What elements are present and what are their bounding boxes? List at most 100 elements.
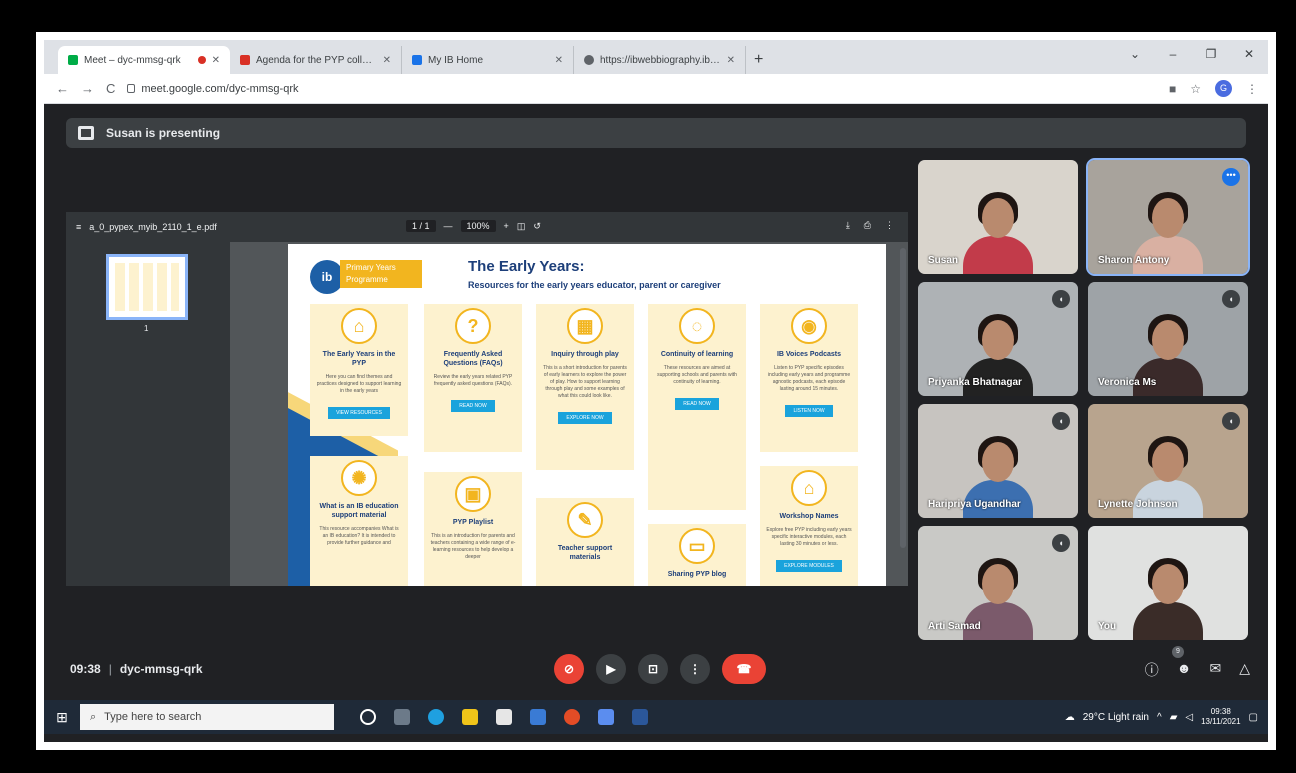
pdf-scrollbar[interactable] [900,248,906,548]
tab-close-icon[interactable]: ✕ [555,55,563,66]
store-icon[interactable] [496,709,512,725]
card-title: Frequently Asked Questions (FAQs) [443,351,503,367]
cortana-icon[interactable] [360,709,376,725]
card-title: The Early Years in the PYP [322,351,396,367]
chat-icon[interactable]: ✉ [1209,660,1221,680]
fit-page-icon[interactable]: ◫ [517,221,526,232]
tab-search-icon[interactable]: ⌄ [1116,40,1154,68]
participant-tile[interactable]: ◖ Veronica Ms [1088,282,1248,396]
participant-tile[interactable]: You [1088,526,1248,640]
card-button[interactable]: EXPLORE NOW [558,412,612,424]
taskbar-clock[interactable]: 09:38 13/11/2021 [1201,707,1240,727]
card-button[interactable]: READ NOW [675,398,719,410]
chrome-icon[interactable] [564,709,580,725]
forward-icon[interactable]: → [81,81,94,96]
close-window-icon[interactable]: ✕ [1230,40,1268,68]
meet-control-bar: 09:38 | dyc-mmsg-qrk ⊘ ▶ ⊡ ⋮ ☎ 9 ⓘ ☻ ✉ △ [44,646,1268,690]
card-description: This is a short introduction for parents… [543,365,627,399]
print-icon[interactable]: ⎙ [864,220,871,231]
participant-tile[interactable]: ◖ Haripriya Ugandhar [918,404,1078,518]
participant-tile[interactable]: ◖ Lynette Johnson [1088,404,1248,518]
download-icon[interactable]: ⤓ [846,220,850,231]
zoom-out-icon[interactable]: — [444,221,453,231]
camera-indicator-icon[interactable]: ■ [1169,82,1176,96]
participant-tile[interactable]: ◖ Priyanka Bhatnagar [918,282,1078,396]
activities-icon[interactable]: △ [1239,660,1250,680]
resource-card: ? Frequently Asked Questions (FAQs) Revi… [424,304,522,452]
tab-agenda[interactable]: Agenda for the PYP collaboration ✕ [230,46,402,74]
browser-menu-icon[interactable]: ⋮ [1246,82,1258,96]
card-button[interactable]: EXPLORE MODULES [776,560,842,572]
card-title: What is an IB education support material [319,503,399,519]
photos-icon[interactable] [598,709,614,725]
card-description: Here you can find themes and practices d… [316,374,402,394]
pdf-menu-icon[interactable]: ≡ [76,222,81,232]
file-explorer-icon[interactable] [462,709,478,725]
back-icon[interactable]: ← [56,81,69,96]
muted-mic-icon: ◖ [1052,534,1070,552]
maximize-icon[interactable]: ❐ [1192,40,1230,68]
resource-card: ✎ Teacher support materials [536,498,634,586]
card-description: Review the early years related PYP frequ… [433,374,513,387]
meet-favicon-icon [68,55,78,65]
pinned-apps [360,709,648,725]
participant-tile[interactable]: Susan [918,160,1078,274]
end-call-icon[interactable]: ☎ [722,654,766,684]
profile-avatar[interactable]: G [1215,80,1232,97]
reload-icon[interactable]: C [106,81,115,96]
participant-name: Lynette Johnson [1098,499,1178,510]
tab-close-icon[interactable]: ✕ [383,55,391,66]
tab-my-ib-home[interactable]: My IB Home ✕ [402,46,574,74]
cycle-icon: ◌ [679,308,715,344]
task-view-icon[interactable] [394,709,410,725]
tab-close-icon[interactable]: ✕ [212,55,220,66]
pdf-filename: a_0_pypex_myib_2110_1_e.pdf [89,222,217,232]
pdf-page-thumbnail[interactable] [106,254,188,320]
new-tab-button[interactable]: + [746,46,771,74]
card-description: These resources are aimed at supporting … [657,365,737,385]
minimize-icon[interactable]: – [1154,40,1192,68]
workshop-icon: ⌂ [791,470,827,506]
pdf-more-icon[interactable]: ⋮ [885,220,894,231]
rotate-icon[interactable]: ↺ [533,221,541,232]
pdf-page-indicator[interactable]: 1 / 1 [406,220,436,232]
thumbnail-page-number: 1 [144,324,149,333]
zoom-in-icon[interactable]: + [504,221,509,231]
edge-icon[interactable] [428,709,444,725]
card-button[interactable]: LISTEN NOW [785,405,833,417]
camera-icon[interactable]: ▶ [596,654,626,684]
volume-icon[interactable]: ◁ [1185,712,1193,723]
shared-pdf-viewer: ≡ a_0_pypex_myib_2110_1_e.pdf 1 / 1 — 10… [66,212,908,586]
blocks-icon: ▦ [567,308,603,344]
pdf-zoom-level[interactable]: 100% [460,220,496,232]
tab-ibwebbiography[interactable]: https://ibwebbiography.ibo.org ✕ [574,46,746,74]
participant-tile[interactable]: ••• Sharon Antony [1086,158,1250,276]
resource-card: ◉ IB Voices Podcasts Listen to PYP speci… [760,304,858,452]
present-screen-icon[interactable]: ⊡ [638,654,668,684]
weather-text[interactable]: 29°C Light rain [1083,712,1149,723]
word-icon[interactable] [632,709,648,725]
tab-close-icon[interactable]: ✕ [727,55,735,66]
mail-icon[interactable] [530,709,546,725]
card-button[interactable]: READ NOW [451,400,495,412]
tab-meet[interactable]: Meet – dyc-mmsg-qrk ✕ [58,46,230,74]
participant-tile[interactable]: ◖ Arti Samad [918,526,1078,640]
presenting-banner: Susan is presenting [66,118,1246,148]
meeting-details-icon[interactable]: ⓘ [1145,660,1159,680]
url-field[interactable]: meet.google.com/dyc-mmsg-qrk [127,83,299,95]
notifications-icon[interactable]: ▢ [1249,712,1258,723]
muted-mic-icon: ◖ [1222,290,1240,308]
more-options-icon[interactable]: ••• [1222,168,1240,186]
mic-off-icon[interactable]: ⊘ [554,654,584,684]
pdf-page-controls: 1 / 1 — 100% + ◫ ↺ [406,220,541,232]
windows-start-icon[interactable]: ⊞ [44,709,80,726]
tray-chevron-icon[interactable]: ^ [1157,712,1162,723]
ib-favicon-icon [412,55,422,65]
more-options-icon[interactable]: ⋮ [680,654,710,684]
bookmark-star-icon[interactable]: ☆ [1190,82,1201,96]
participant-name: Arti Samad [928,621,981,632]
card-button[interactable]: VIEW RESOURCES [328,407,390,419]
taskbar-search[interactable]: ⌕ Type here to search [80,704,334,730]
network-icon[interactable]: ▰ [1170,712,1178,723]
people-icon[interactable]: ☻ [1177,660,1192,680]
